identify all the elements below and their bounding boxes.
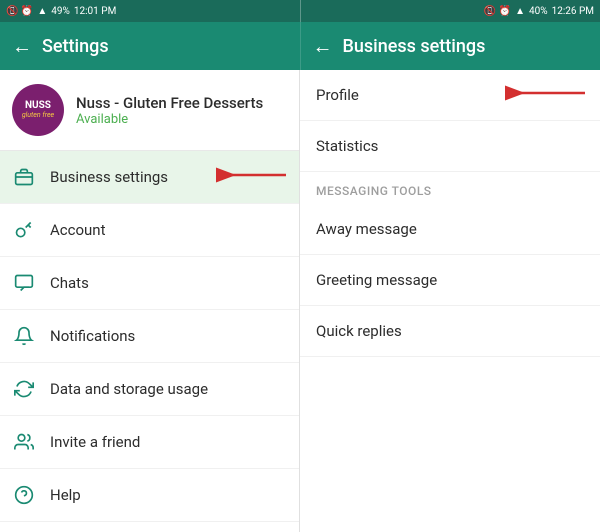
help-label: Help: [50, 486, 81, 504]
avatar: NUSS gluten free: [12, 84, 64, 136]
wifi-icon-left: ▲: [37, 6, 47, 17]
header-left: ← Settings: [0, 22, 301, 70]
left-panel: NUSS gluten free Nuss - Gluten Free Dess…: [0, 70, 300, 532]
right-menu-item-greeting-message[interactable]: Greeting message: [300, 255, 600, 306]
wifi-icon-right: ▲: [515, 6, 525, 17]
quick-replies-label: Quick replies: [316, 322, 402, 340]
header-right: ← Business settings: [301, 22, 600, 70]
greeting-message-label: Greeting message: [316, 271, 437, 289]
business-settings-label: Business settings: [50, 168, 168, 186]
right-menu-item-quick-replies[interactable]: Quick replies: [300, 306, 600, 357]
right-panel: Profile Statistics MESSAGING TOOLS: [300, 70, 600, 532]
status-bar-right: 📵 ⏰ ▲ 40% 12:26 PM: [301, 0, 600, 22]
battery-right: 40%: [529, 6, 548, 17]
main-content: NUSS gluten free Nuss - Gluten Free Dess…: [0, 70, 600, 532]
notifications-label: Notifications: [50, 327, 135, 345]
profile-label: Profile: [316, 86, 359, 104]
app-headers: ← Settings ← Business settings: [0, 22, 600, 70]
away-message-label: Away message: [316, 220, 417, 238]
profile-arrow: [500, 81, 590, 109]
notification-icons-left: 📵 ⏰: [6, 6, 33, 17]
time-left: 12:01 PM: [74, 6, 116, 17]
chats-label: Chats: [50, 274, 89, 292]
time-right: 12:26 PM: [552, 6, 594, 17]
menu-item-help[interactable]: Help: [0, 469, 299, 522]
right-menu-item-away-message[interactable]: Away message: [300, 204, 600, 255]
menu-item-notifications[interactable]: Notifications: [0, 310, 299, 363]
business-settings-arrow: [211, 163, 291, 191]
data-icon: [12, 377, 36, 401]
avatar-tagline: gluten free: [22, 111, 54, 119]
back-button-right[interactable]: ←: [313, 34, 333, 59]
account-label: Account: [50, 221, 106, 239]
menu-item-business-settings[interactable]: Business settings: [0, 151, 299, 204]
battery-left: 49%: [51, 6, 70, 17]
business-settings-title: Business settings: [343, 36, 486, 57]
briefcase-icon: [12, 165, 36, 189]
menu-item-invite-friend[interactable]: Invite a friend: [0, 416, 299, 469]
help-icon: [12, 483, 36, 507]
right-menu-item-profile[interactable]: Profile: [300, 70, 600, 121]
menu-item-data-storage[interactable]: Data and storage usage: [0, 363, 299, 416]
profile-name: Nuss - Gluten Free Desserts: [76, 94, 263, 112]
chat-icon: [12, 271, 36, 295]
bell-icon: [12, 324, 36, 348]
menu-item-account[interactable]: Account: [0, 204, 299, 257]
profile-section[interactable]: NUSS gluten free Nuss - Gluten Free Dess…: [0, 70, 299, 151]
avatar-brand: NUSS: [22, 101, 54, 111]
status-bars: 📵 ⏰ ▲ 49% 12:01 PM 📵 ⏰ ▲ 40% 12:26 PM: [0, 0, 600, 22]
back-button-left[interactable]: ←: [12, 34, 32, 59]
profile-info: Nuss - Gluten Free Desserts Available: [76, 94, 263, 127]
settings-title: Settings: [42, 36, 109, 57]
menu-item-chats[interactable]: Chats: [0, 257, 299, 310]
notification-icons-right: 📵 ⏰: [484, 6, 511, 17]
messaging-tools-header: MESSAGING TOOLS: [300, 172, 600, 204]
key-icon: [12, 218, 36, 242]
invite-friend-label: Invite a friend: [50, 433, 140, 451]
people-icon: [12, 430, 36, 454]
status-bar-left: 📵 ⏰ ▲ 49% 12:01 PM: [0, 0, 300, 22]
statistics-label: Statistics: [316, 137, 378, 155]
right-menu-item-statistics[interactable]: Statistics: [300, 121, 600, 172]
profile-status: Available: [76, 112, 263, 127]
data-storage-label: Data and storage usage: [50, 380, 208, 398]
